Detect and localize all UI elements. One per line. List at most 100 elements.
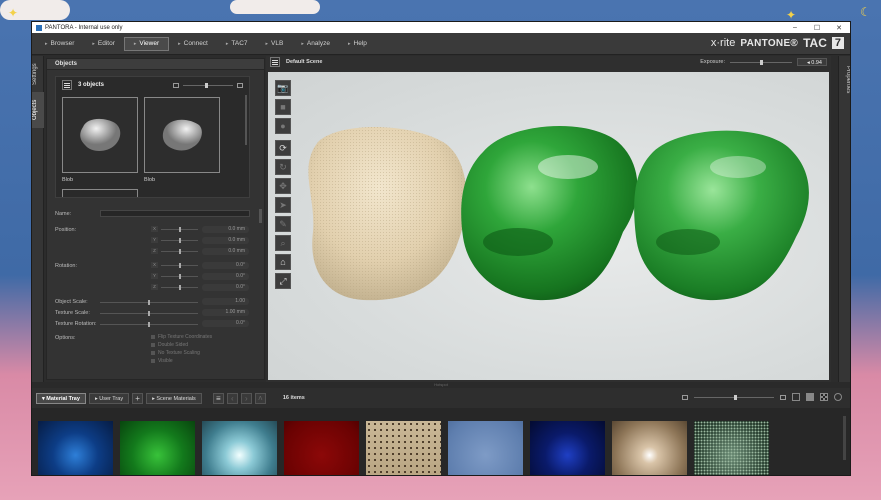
blob-icon <box>80 118 121 151</box>
rotation-value[interactable]: 0.0° <box>202 273 249 280</box>
camera-icon[interactable]: 📷 <box>275 80 291 96</box>
view-checker-icon[interactable] <box>820 393 828 401</box>
view-sphere-icon[interactable] <box>834 393 842 401</box>
object-thumbnail[interactable] <box>144 97 220 173</box>
rotation-value[interactable]: 0.0° <box>202 284 249 291</box>
zoom-icon[interactable]: ⌕ <box>275 235 291 251</box>
rotation-slider[interactable] <box>161 274 198 279</box>
object-thumbnail[interactable] <box>62 97 138 173</box>
material-swatch[interactable]: SVBRDF <box>366 421 441 475</box>
menu-item-help[interactable]: ▸ Help <box>339 37 376 51</box>
option-checkbox[interactable]: Flip Texture Coordinates <box>151 334 212 340</box>
object-scale-label: Object Scale: <box>55 299 88 305</box>
refresh-icon[interactable]: ⟳ <box>275 140 291 156</box>
material-swatch[interactable]: BRDF <box>38 421 113 475</box>
position-value[interactable]: 0.0 mm <box>202 226 249 233</box>
minimize-button[interactable]: – <box>784 24 806 32</box>
tac-version: 7 <box>831 37 844 49</box>
prev-button[interactable]: ‹ <box>226 392 238 404</box>
object-scale-slider[interactable] <box>100 300 198 305</box>
rotation-slider[interactable] <box>161 263 198 268</box>
tray-menu-icon[interactable]: ≡ <box>212 392 224 404</box>
objects-count: 3 objects <box>78 82 105 88</box>
rotation-value[interactable]: 0.0° <box>202 262 249 269</box>
menu-item-label: Analyze <box>306 39 330 47</box>
menu-item-editor[interactable]: ▸ Editor <box>83 37 124 51</box>
objects-menu-icon[interactable] <box>62 80 72 90</box>
maximize-button[interactable]: ☐ <box>806 24 828 32</box>
close-button[interactable]: ✕ <box>828 24 850 32</box>
chevron-right-icon: ▸ <box>92 40 95 47</box>
texture-scale-value[interactable]: 1.00 mm <box>202 309 249 316</box>
exposure-value[interactable]: ◂ 0.94 <box>797 58 827 66</box>
exposure-control: Exposure: ◂ 0.94 <box>700 58 827 66</box>
view-grid-icon[interactable] <box>806 393 814 401</box>
position-value[interactable]: 0.0 mm <box>202 237 249 244</box>
material-swatch[interactable]: EF-SVBRDF <box>694 421 769 475</box>
material-swatch[interactable]: BRDF <box>612 421 687 475</box>
fit-icon[interactable]: ⤢ <box>275 273 291 289</box>
tab-objects[interactable]: Objects <box>32 92 44 128</box>
option-checkbox[interactable]: No Texture Scaling <box>151 350 200 356</box>
menu-item-label: Connect <box>183 39 208 47</box>
desktop-star: ☾ <box>860 5 871 19</box>
name-field[interactable] <box>100 210 250 217</box>
texture-scale-slider[interactable] <box>100 311 198 316</box>
material-swatch[interactable]: BRDF <box>202 421 277 475</box>
object-label: Blob <box>144 177 156 183</box>
tab-properties[interactable]: Properties <box>839 56 850 104</box>
position-slider[interactable] <box>161 227 198 232</box>
viewer-menu-icon[interactable] <box>270 57 280 67</box>
pointer-icon[interactable]: ➤ <box>275 197 291 213</box>
up-button[interactable]: ˄ <box>254 392 266 404</box>
properties-scrollbar[interactable] <box>259 209 262 223</box>
move-icon[interactable]: ✥ <box>275 178 291 194</box>
tray-thumb-slider[interactable] <box>694 394 774 400</box>
position-value[interactable]: 0.0 mm <box>202 248 249 255</box>
object-thumbnail[interactable] <box>62 189 138 197</box>
thumb-size-slider[interactable] <box>183 82 233 88</box>
rotate-icon[interactable]: ↻ <box>275 159 291 175</box>
menu-item-connect[interactable]: ▸ Connect <box>169 37 217 51</box>
3d-viewport[interactable]: 📷 ■ ● ⟳ ↻ ✥ ➤ ✎ ⌕ ⌂ ⤢ <box>268 72 829 380</box>
menu-item-vlb[interactable]: ▸ VLB <box>257 37 293 51</box>
add-tray-button[interactable]: + <box>132 392 144 404</box>
menu-item-browser[interactable]: ▸ Browser <box>36 37 83 51</box>
tab-scene-materials[interactable]: ▸ Scene Materials <box>146 392 202 404</box>
tab-settings[interactable]: Settings <box>32 56 44 92</box>
material-swatch[interactable]: BRDF <box>448 421 523 475</box>
rotation-slider[interactable] <box>161 285 198 290</box>
home-icon[interactable]: ⌂ <box>275 254 291 270</box>
texture-rotation-slider[interactable] <box>100 322 198 327</box>
tab-material-tray[interactable]: ▾ Material Tray <box>36 392 86 404</box>
desktop-star: ✦ <box>786 8 797 22</box>
position-slider[interactable] <box>161 249 198 254</box>
menu-item-analyze[interactable]: ▸ Analyze <box>292 37 339 51</box>
object-scale-value[interactable]: 1.00 <box>202 298 249 305</box>
menu-item-viewer[interactable]: ▸ Viewer <box>123 36 170 51</box>
material-swatch[interactable]: CPA2 <box>284 421 359 475</box>
material-swatch[interactable]: BRDF <box>530 421 605 475</box>
option-checkbox[interactable]: Double Sided <box>151 342 188 348</box>
material-swatch[interactable]: CPA2 <box>120 421 195 475</box>
option-checkbox[interactable]: Visible <box>151 358 173 364</box>
tray-scrollbar[interactable] <box>843 416 846 460</box>
objects-scrollbar[interactable] <box>245 95 247 145</box>
texture-rotation-value[interactable]: 0.0° <box>202 320 249 327</box>
pin-icon[interactable]: ✎ <box>275 216 291 232</box>
position-axis-label: Y <box>151 237 158 243</box>
tab-user-tray[interactable]: ▸ User Tray <box>88 392 130 404</box>
large-thumb-icon <box>237 82 243 88</box>
sphere-icon[interactable]: ● <box>275 118 291 134</box>
view-list-icon[interactable] <box>792 393 800 401</box>
chevron-right-icon: ▸ <box>178 40 181 47</box>
menu-item-label: Editor <box>97 39 115 47</box>
next-button[interactable]: › <box>240 392 252 404</box>
square-icon[interactable]: ■ <box>275 99 291 115</box>
exposure-slider[interactable] <box>730 59 792 65</box>
menu-item-label: TAC7 <box>231 39 248 47</box>
chevron-right-icon: ▸ <box>301 40 304 47</box>
position-slider[interactable] <box>161 238 198 243</box>
menu-item-tac7[interactable]: ▸ TAC7 <box>217 37 257 51</box>
checkbox-label: No Texture Scaling <box>158 350 200 356</box>
